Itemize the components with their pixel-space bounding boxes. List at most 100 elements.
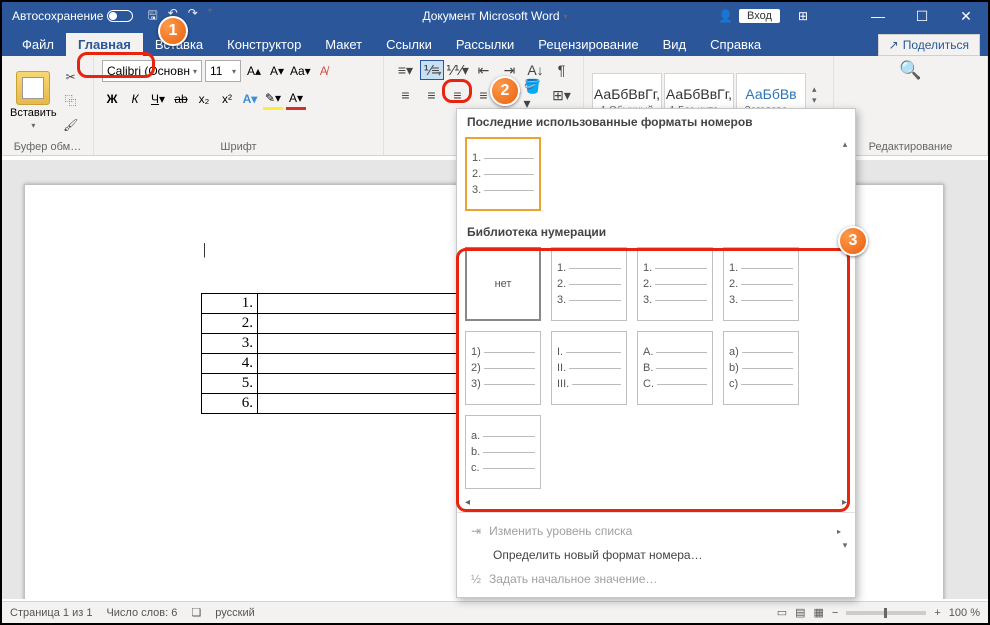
zoom-in-icon[interactable]: + — [934, 607, 940, 619]
word-count[interactable]: Число слов: 6 — [106, 607, 177, 619]
document-title[interactable]: Документ Microsoft Word ▾ — [422, 9, 567, 23]
ribbon-tabs: Файл Главная Вставка Конструктор Макет С… — [2, 30, 988, 56]
align-right-icon[interactable]: ≡ — [446, 85, 470, 105]
numbering-decimal-dot-2[interactable]: 1. 2. 3. — [637, 247, 713, 321]
underline-button[interactable]: Ч▾ — [148, 88, 168, 110]
numbering-roman[interactable]: I. II. III. — [551, 331, 627, 405]
copy-icon[interactable]: ⿻ — [61, 91, 81, 111]
paste-icon — [16, 71, 50, 105]
save-icon[interactable]: 🖫 — [147, 6, 157, 27]
superscript-button[interactable]: x² — [217, 88, 237, 110]
numbering-lower-dot[interactable]: a. b. c. — [465, 415, 541, 489]
share-button[interactable]: ↗ Поделиться — [878, 34, 980, 56]
grow-font-icon[interactable]: A▴ — [244, 60, 264, 82]
view-web-icon[interactable]: ▦ — [814, 606, 824, 619]
dec-indent-icon[interactable]: ⇤ — [472, 60, 496, 80]
define-new-format[interactable]: Определить новый формат номера… — [459, 543, 853, 567]
login-button[interactable]: Вход — [739, 9, 780, 23]
cut-icon[interactable]: ✂ — [61, 67, 81, 87]
autosave-toggle[interactable] — [107, 10, 133, 22]
sort-icon[interactable]: A↓ — [524, 60, 548, 80]
numbering-dropdown: Последние использованные форматы номеров… — [456, 108, 856, 598]
qat-more-icon[interactable]: ▾ — [208, 6, 212, 27]
numbering-button[interactable]: ⅟≡▾ — [420, 60, 444, 80]
font-size-select[interactable]: 11▾ — [205, 60, 241, 82]
scroll-left-icon[interactable]: ◂ — [465, 497, 470, 508]
set-start-value: ½Задать начальное значение… — [459, 567, 853, 591]
group-font: Calibri (Основн▾ 11▾ A▴ A▾ Aa▾ A̸ Ж К Ч▾… — [94, 56, 384, 155]
account-area: 👤 Вход ⊞ — [718, 9, 808, 23]
maximize-button[interactable]: ☐ — [900, 2, 944, 30]
callout-3: 3 — [838, 226, 868, 256]
scroll-up-icon[interactable]: ▴ — [843, 139, 848, 150]
chevron-down-icon: ▾ — [564, 12, 568, 21]
redo-icon[interactable]: ↷ — [188, 6, 198, 27]
tab-review[interactable]: Рецензирование — [526, 33, 650, 56]
bold-button[interactable]: Ж — [102, 88, 122, 110]
indent-icon: ⇥ — [471, 524, 481, 538]
shrink-font-icon[interactable]: A▾ — [267, 60, 287, 82]
strike-button[interactable]: ab — [171, 88, 191, 110]
tab-layout[interactable]: Макет — [313, 33, 374, 56]
tab-design[interactable]: Конструктор — [215, 33, 313, 56]
close-button[interactable]: ✕ — [944, 2, 988, 30]
share-icon: ↗ — [889, 38, 899, 52]
subscript-button[interactable]: x₂ — [194, 88, 214, 110]
recent-formats-title: Последние использованные форматы номеров — [457, 109, 855, 133]
numbering-none[interactable]: нет — [465, 247, 541, 321]
window-controls: — ☐ ✕ — [856, 2, 988, 30]
format-painter-icon[interactable]: 🖌 — [61, 115, 81, 135]
page-indicator[interactable]: Страница 1 из 1 — [10, 607, 92, 619]
zoom-slider[interactable] — [846, 611, 926, 615]
numbering-lower-paren[interactable]: a) b) c) — [723, 331, 799, 405]
minimize-button[interactable]: — — [856, 2, 900, 30]
ribbon-options-icon[interactable]: ⊞ — [798, 9, 808, 23]
numbering-decimal-dot-3[interactable]: 1. 2. 3. — [723, 247, 799, 321]
tab-help[interactable]: Справка — [698, 33, 773, 56]
autosave-label: Автосохранение — [12, 9, 103, 23]
numbering-decimal-paren[interactable]: 1) 2) 3) — [465, 331, 541, 405]
zoom-out-icon[interactable]: − — [832, 607, 838, 619]
multilevel-button[interactable]: ⅟⅟▾ — [446, 60, 470, 80]
find-icon[interactable]: 🔍 — [899, 60, 921, 81]
font-color-icon[interactable]: A▾ — [286, 88, 306, 110]
highlight-icon[interactable]: ✎▾ — [263, 88, 283, 110]
borders-icon[interactable]: ⊞▾ — [550, 85, 574, 105]
autosave-control[interactable]: Автосохранение — [12, 9, 133, 23]
paste-button[interactable]: Вставить ▾ — [10, 71, 57, 130]
library-title: Библиотека нумерации — [457, 219, 855, 243]
italic-button[interactable]: К — [125, 88, 145, 110]
titlebar: Автосохранение 🖫 ↶ ↷ ▾ Документ Microsof… — [2, 2, 988, 30]
tab-view[interactable]: Вид — [651, 33, 699, 56]
font-name-select[interactable]: Calibri (Основн▾ — [102, 60, 202, 82]
group-clipboard: Вставить ▾ ✂ ⿻ 🖌 Буфер обм… — [2, 56, 94, 155]
tab-home[interactable]: Главная — [66, 33, 143, 56]
language-indicator[interactable]: русский — [215, 607, 254, 619]
tab-refs[interactable]: Ссылки — [374, 33, 444, 56]
align-left-icon[interactable]: ≡ — [394, 85, 418, 105]
align-center-icon[interactable]: ≡ — [420, 85, 444, 105]
shading-icon[interactable]: 🪣▾ — [524, 85, 548, 105]
scroll-down-icon[interactable]: ▾ — [843, 540, 848, 551]
view-read-icon[interactable]: ▭ — [777, 606, 787, 619]
numbering-recent-decimal[interactable]: 1. 2. 3. — [465, 137, 541, 211]
callout-1: 1 — [158, 16, 188, 46]
callout-2: 2 — [490, 76, 520, 106]
view-print-icon[interactable]: ▤ — [795, 606, 805, 619]
group-editing: 🔍 Редактирование — [834, 56, 988, 155]
proofing-icon[interactable]: ❏ — [191, 606, 201, 619]
zoom-level[interactable]: 100 % — [949, 607, 980, 619]
bullets-button[interactable]: ≡▾ — [394, 60, 418, 80]
text-effects-icon[interactable]: A▾ — [240, 88, 260, 110]
change-case-icon[interactable]: Aa▾ — [290, 60, 311, 82]
clear-format-icon[interactable]: A̸ — [314, 60, 334, 82]
numbering-decimal-dot[interactable]: 1. 2. 3. — [551, 247, 627, 321]
tab-mail[interactable]: Рассылки — [444, 33, 526, 56]
numbering-upper-alpha[interactable]: A. B. C. — [637, 331, 713, 405]
change-list-level: ⇥Изменить уровень списка▸ — [459, 519, 853, 543]
tab-file[interactable]: Файл — [10, 33, 66, 56]
styles-down-icon[interactable]: ▾ — [812, 95, 820, 106]
show-marks-icon[interactable]: ¶ — [550, 60, 574, 80]
text-cursor: | — [203, 241, 206, 259]
styles-up-icon[interactable]: ▴ — [812, 84, 820, 95]
